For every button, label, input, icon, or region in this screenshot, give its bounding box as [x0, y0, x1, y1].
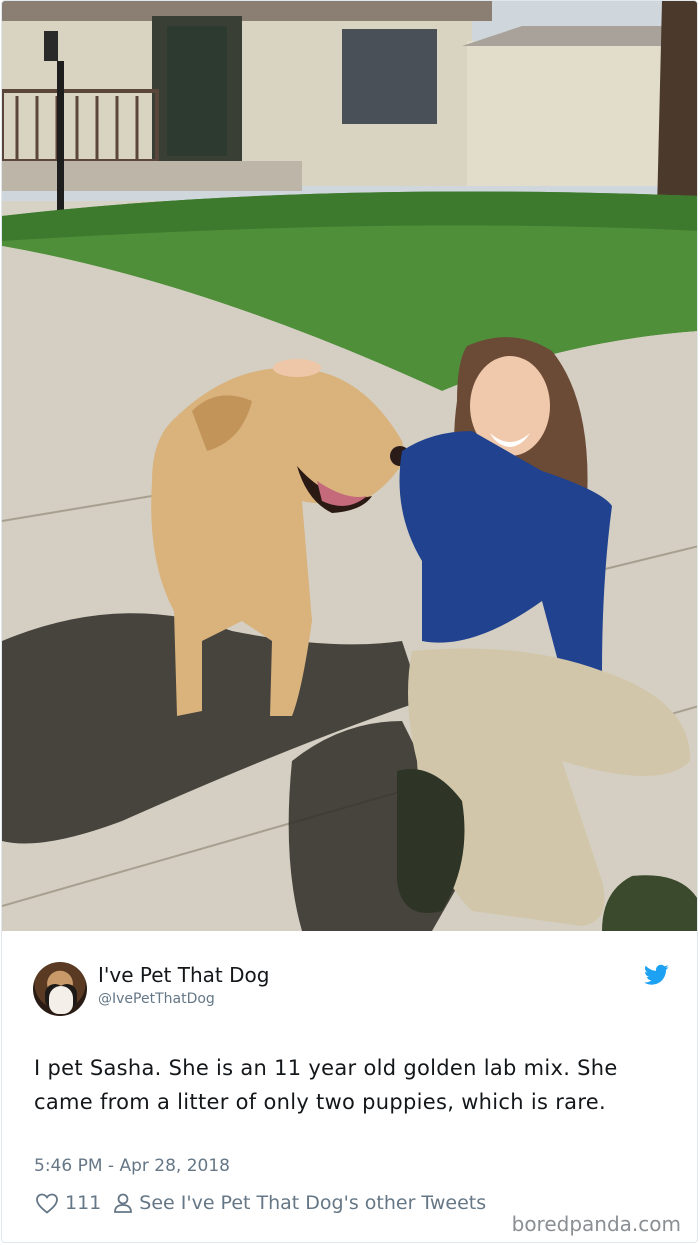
person-svg	[114, 1193, 133, 1213]
tweet-photo[interactable]	[2, 1, 697, 931]
user-handle[interactable]: @IvePetThatDog	[98, 991, 215, 1007]
tweet-timestamp[interactable]: 5:46 PM - Apr 28, 2018	[34, 1156, 230, 1176]
avatar[interactable]	[33, 962, 87, 1016]
person-icon[interactable]	[113, 1192, 133, 1214]
tweet-text: I pet Sasha. She is an 11 year old golde…	[34, 1056, 618, 1114]
photo-scene	[2, 1, 697, 931]
twitter-bird-icon[interactable]	[644, 964, 669, 986]
twitter-bird-svg	[644, 964, 669, 985]
avatar-dog-image	[49, 986, 73, 1014]
heart-svg	[36, 1193, 58, 1214]
like-count[interactable]: 111	[65, 1192, 101, 1214]
heart-icon[interactable]	[35, 1192, 59, 1214]
tweet-actions: 111 See I've Pet That Dog's other Tweets	[35, 1190, 486, 1216]
display-name[interactable]: I've Pet That Dog	[98, 963, 269, 987]
boredpanda-watermark: boredpanda.com	[511, 1212, 681, 1236]
see-other-tweets-link[interactable]: See I've Pet That Dog's other Tweets	[139, 1192, 486, 1214]
tweet-card: I've Pet That Dog @IvePetThatDog I pet S…	[1, 0, 698, 1243]
